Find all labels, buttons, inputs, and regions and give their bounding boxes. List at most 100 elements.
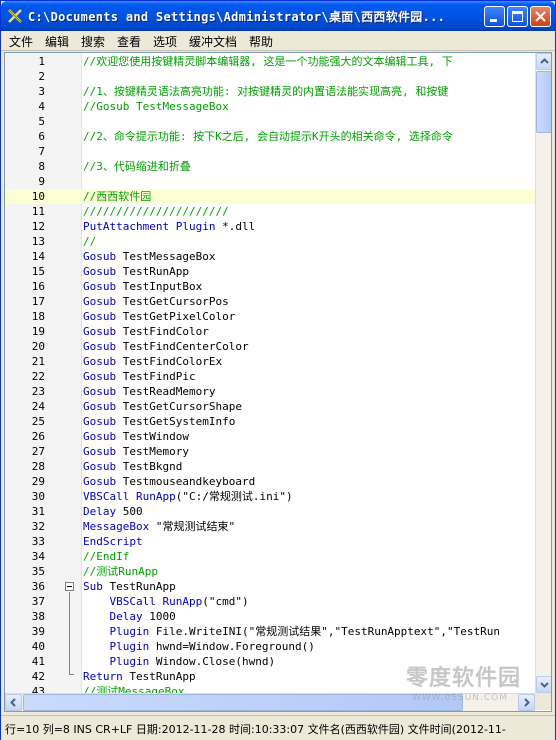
- code-line[interactable]: 18 Gosub TestGetPixelColor: [5, 309, 535, 324]
- scroll-left-button[interactable]: [5, 694, 22, 711]
- code-line[interactable]: 31 Delay 500: [5, 504, 535, 519]
- code-text: Gosub TestGetSystemInfo: [83, 415, 236, 428]
- code-line[interactable]: 16 Gosub TestInputBox: [5, 279, 535, 294]
- vertical-scrollbar[interactable]: [535, 53, 551, 693]
- line-number: 36: [31, 580, 45, 593]
- code-line[interactable]: 20 Gosub TestFindCenterColor: [5, 339, 535, 354]
- code-line[interactable]: 17 Gosub TestGetCursorPos: [5, 294, 535, 309]
- code-line[interactable]: 26 Gosub TestWindow: [5, 429, 535, 444]
- line-number: 12: [31, 220, 45, 233]
- code-line[interactable]: 3 //1、按键精灵语法高亮功能: 对按键精灵的内置语法能实现高亮, 和按键: [5, 84, 535, 99]
- code-line[interactable]: 34 //EndIf: [5, 549, 535, 564]
- code-text: Gosub TestFindColor: [83, 325, 209, 338]
- line-number: 4: [38, 100, 45, 113]
- line-number: 25: [31, 415, 45, 428]
- code-line[interactable]: 4 //Gosub TestMessageBox: [5, 99, 535, 114]
- minimize-button[interactable]: [484, 6, 505, 27]
- menu-buffer[interactable]: 缓冲文档: [189, 33, 237, 50]
- code-line[interactable]: 24 Gosub TestGetCursorShape: [5, 399, 535, 414]
- scroll-up-button[interactable]: [536, 53, 551, 70]
- code-line[interactable]: 13 //: [5, 234, 535, 249]
- minimize-icon: [490, 19, 497, 22]
- code-line[interactable]: 9: [5, 174, 535, 189]
- line-number: 26: [31, 430, 45, 443]
- code-text: EndScript: [83, 535, 143, 548]
- line-number: 31: [31, 505, 45, 518]
- maximize-button[interactable]: [507, 6, 528, 27]
- menu-file[interactable]: 文件: [9, 33, 33, 50]
- close-button[interactable]: [530, 6, 551, 27]
- title-bar[interactable]: C:\Documents and Settings\Administrator\…: [1, 1, 555, 31]
- code-line[interactable]: 35 //测试RunApp: [5, 564, 535, 579]
- code-line[interactable]: 25 Gosub TestGetSystemInfo: [5, 414, 535, 429]
- code-line[interactable]: 33 EndScript: [5, 534, 535, 549]
- code-line[interactable]: 19 Gosub TestFindColor: [5, 324, 535, 339]
- horizontal-scroll-thumb[interactable]: [23, 694, 463, 711]
- code-line[interactable]: 5: [5, 114, 535, 129]
- arrow-up-icon: [540, 58, 549, 64]
- line-number: 15: [31, 265, 45, 278]
- code-line[interactable]: 7: [5, 144, 535, 159]
- code-line[interactable]: 14 Gosub TestMessageBox: [5, 249, 535, 264]
- code-line[interactable]: 40 Plugin hwnd=Window.Foreground(): [5, 639, 535, 654]
- line-number: 9: [38, 175, 45, 188]
- code-text: //: [83, 235, 97, 248]
- code-text: //1、按键精灵语法高亮功能: 对按键精灵的内置语法能实现高亮, 和按键: [83, 85, 449, 98]
- editor-window: C:\Documents and Settings\Administrator\…: [0, 0, 556, 740]
- fold-guide: [69, 592, 70, 674]
- code-line[interactable]: 28 Gosub TestBkgnd: [5, 459, 535, 474]
- code-line[interactable]: 10 //西西软件园: [5, 189, 535, 204]
- scroll-down-button[interactable]: [536, 676, 551, 693]
- menu-options[interactable]: 选项: [153, 33, 177, 50]
- line-number: 5: [38, 115, 45, 128]
- vertical-scroll-thumb[interactable]: [536, 71, 551, 133]
- line-number: 38: [31, 610, 45, 623]
- code-line[interactable]: 6 //2、命令提示功能: 按下K之后, 会自动提示K开头的相关命令, 选择命令: [5, 129, 535, 144]
- code-line[interactable]: 37 VBSCall RunApp("cmd"): [5, 594, 535, 609]
- code-line[interactable]: 11 //////////////////////: [5, 204, 535, 219]
- fold-toggle-icon[interactable]: [65, 582, 74, 591]
- code-line[interactable]: 8 //3、代码缩进和折叠: [5, 159, 535, 174]
- code-text: Gosub TestMemory: [83, 445, 189, 458]
- code-text: PutAttachment Plugin *.dll: [83, 220, 256, 233]
- code-text: Gosub Testmouseandkeyboard: [83, 475, 256, 488]
- code-line[interactable]: 15 Gosub TestRunApp: [5, 264, 535, 279]
- watermark-url: WWW.0SSUN.COM: [412, 693, 508, 703]
- code-line[interactable]: 22 Gosub TestFindPic: [5, 369, 535, 384]
- line-number: 37: [31, 595, 45, 608]
- line-number: 14: [31, 250, 45, 263]
- code-line[interactable]: 29 Gosub Testmouseandkeyboard: [5, 474, 535, 489]
- code-text: //测试RunApp: [83, 565, 158, 578]
- code-editor[interactable]: 1//欢迎您使用按键精灵脚本编辑器, 这是一个功能强大的文本编辑工具, 下 2 3/…: [4, 52, 552, 712]
- code-line[interactable]: 27 Gosub TestMemory: [5, 444, 535, 459]
- code-text: Plugin Window.Close(hwnd): [109, 655, 276, 668]
- code-line[interactable]: 2: [5, 69, 535, 84]
- maximize-icon: [512, 11, 523, 22]
- line-number: 10: [31, 190, 45, 203]
- code-line[interactable]: 30 VBSCall RunApp("C:/常规测试.ini"): [5, 489, 535, 504]
- code-line[interactable]: 12 PutAttachment Plugin *.dll: [5, 219, 535, 234]
- status-bar: 行=10 列=8 INS CR+LF 日期:2012-11-28 时间:10:3…: [1, 715, 555, 740]
- menu-view[interactable]: 查看: [117, 33, 141, 50]
- line-number: 22: [31, 370, 45, 383]
- code-text: Gosub TestGetPixelColor: [83, 310, 236, 323]
- fold-guide-end: [69, 674, 74, 675]
- code-line[interactable]: 38 Delay 1000: [5, 609, 535, 624]
- menu-search[interactable]: 搜索: [81, 33, 105, 50]
- code-text: Plugin hwnd=Window.Foreground(): [109, 640, 315, 653]
- menu-help[interactable]: 帮助: [249, 33, 273, 50]
- code-line[interactable]: 21 Gosub TestFindColorEx: [5, 354, 535, 369]
- code-text: //////////////////////: [83, 205, 229, 218]
- code-text: Gosub TestFindColorEx: [83, 355, 223, 368]
- code-text: VBSCall RunApp("C:/常规测试.ini"): [83, 490, 293, 503]
- watermark-title: 零度软件园: [406, 666, 522, 691]
- line-number: 29: [31, 475, 45, 488]
- line-number: 23: [31, 385, 45, 398]
- code-line[interactable]: 23 Gosub TestReadMemory: [5, 384, 535, 399]
- code-text: Gosub TestFindPic: [83, 370, 196, 383]
- code-line[interactable]: 36 Sub TestRunApp: [5, 579, 535, 594]
- menu-edit[interactable]: 编辑: [45, 33, 69, 50]
- code-line[interactable]: 39 Plugin File.WriteINI("常规测试结果","TestRu…: [5, 624, 535, 639]
- code-line[interactable]: 32 MessageBox "常规测试结束": [5, 519, 535, 534]
- code-line[interactable]: 1 //欢迎您使用按键精灵脚本编辑器, 这是一个功能强大的文本编辑工具, 下: [5, 54, 535, 69]
